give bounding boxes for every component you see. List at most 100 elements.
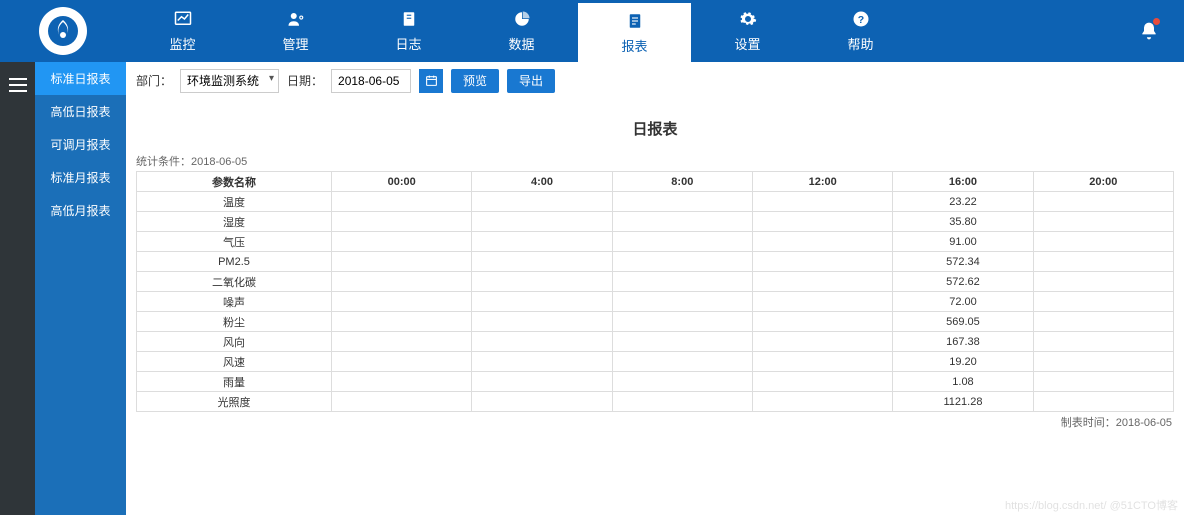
- cell: [472, 392, 612, 412]
- cell: [612, 292, 752, 312]
- cell: 1121.28: [893, 392, 1033, 412]
- nav-label: 报表: [621, 36, 647, 55]
- main-nav: 监控管理 日志 数据报表 设置? 帮助: [126, 0, 1114, 62]
- sidebar-item-3[interactable]: 标准月报表: [35, 161, 126, 194]
- cell: [1033, 312, 1173, 332]
- report-area: 日报表 统计条件：2018-06-05 参数名称00:004:008:0012:…: [126, 100, 1184, 515]
- nav-item-4[interactable]: 报表: [578, 0, 691, 62]
- cell: [612, 252, 752, 272]
- cell: [752, 352, 892, 372]
- table-row: 粉尘569.05: [137, 312, 1174, 332]
- param-name: 噪声: [137, 292, 332, 312]
- stats-condition: 统计条件：2018-06-05: [136, 153, 1174, 169]
- cell: [1033, 252, 1173, 272]
- cell: [752, 272, 892, 292]
- param-name: 湿度: [137, 212, 332, 232]
- nav-item-3[interactable]: 数据: [465, 0, 578, 62]
- sidebar-item-4[interactable]: 高低月报表: [35, 194, 126, 227]
- cell: [1033, 392, 1173, 412]
- main-content: 部门： 环境监测系统 日期： 预览 导出 日报表 统计条件：2018-06-05…: [126, 62, 1184, 515]
- param-name: 二氧化碳: [137, 272, 332, 292]
- help-icon: ?: [851, 9, 871, 29]
- table-row: 雨量1.08: [137, 372, 1174, 392]
- param-name: 温度: [137, 192, 332, 212]
- cell: [332, 332, 472, 352]
- pie-chart-icon: [512, 9, 532, 29]
- date-input[interactable]: [331, 69, 411, 93]
- param-name: 气压: [137, 232, 332, 252]
- cell: [752, 332, 892, 352]
- report-icon: [625, 11, 645, 31]
- cell: [472, 312, 612, 332]
- cell: [1033, 332, 1173, 352]
- col-time-5: 20:00: [1033, 172, 1173, 192]
- param-name: 雨量: [137, 372, 332, 392]
- gear-icon: [738, 9, 758, 29]
- nav-label: 管理: [282, 34, 308, 53]
- nav-item-5[interactable]: 设置: [691, 0, 804, 62]
- report-table: 参数名称00:004:008:0012:0016:0020:00 温度23.22…: [136, 171, 1174, 412]
- cell: [612, 352, 752, 372]
- nav-item-2[interactable]: 日志: [352, 0, 465, 62]
- cell: [472, 252, 612, 272]
- cell: [612, 212, 752, 232]
- cell: [332, 272, 472, 292]
- preview-button[interactable]: 预览: [451, 69, 499, 93]
- cell: [752, 312, 892, 332]
- cell: [612, 192, 752, 212]
- col-time-4: 16:00: [893, 172, 1033, 192]
- table-row: 光照度1121.28: [137, 392, 1174, 412]
- cell: [612, 272, 752, 292]
- col-param: 参数名称: [137, 172, 332, 192]
- filter-toolbar: 部门： 环境监测系统 日期： 预览 导出: [126, 62, 1184, 100]
- cell: [332, 252, 472, 272]
- cell: [612, 312, 752, 332]
- cell: [472, 352, 612, 372]
- col-time-3: 12:00: [752, 172, 892, 192]
- nav-item-6[interactable]: ? 帮助: [804, 0, 917, 62]
- cell: [752, 392, 892, 412]
- logo: [0, 0, 126, 62]
- table-row: 气压91.00: [137, 232, 1174, 252]
- cell: 23.22: [893, 192, 1033, 212]
- cell: [752, 372, 892, 392]
- cell: 19.20: [893, 352, 1033, 372]
- cell: [472, 232, 612, 252]
- param-name: 风速: [137, 352, 332, 372]
- cell: [1033, 232, 1173, 252]
- table-row: 二氧化碳572.62: [137, 272, 1174, 292]
- date-label: 日期：: [287, 72, 323, 89]
- table-row: 湿度35.80: [137, 212, 1174, 232]
- notification-dot-icon: [1153, 18, 1160, 25]
- sidebar-item-1[interactable]: 高低日报表: [35, 95, 126, 128]
- nav-label: 日志: [395, 34, 421, 53]
- menu-toggle-button[interactable]: [9, 78, 27, 92]
- cell: [1033, 212, 1173, 232]
- cell: [332, 392, 472, 412]
- sidebar-item-2[interactable]: 可调月报表: [35, 128, 126, 161]
- cell: [472, 372, 612, 392]
- nav-item-1[interactable]: 管理: [239, 0, 352, 62]
- report-footer: 制表时间：2018-06-05: [136, 414, 1174, 430]
- chart-line-icon: [173, 9, 193, 29]
- nav-item-0[interactable]: 监控: [126, 0, 239, 62]
- cell: [752, 252, 892, 272]
- cell: [472, 332, 612, 352]
- notifications-button[interactable]: [1114, 0, 1184, 62]
- sidebar-item-0[interactable]: 标准日报表: [35, 62, 126, 95]
- nav-label: 帮助: [847, 34, 873, 53]
- cell: [332, 232, 472, 252]
- cell: [752, 212, 892, 232]
- cell: [612, 232, 752, 252]
- dept-select[interactable]: 环境监测系统: [180, 69, 279, 93]
- cell: [332, 372, 472, 392]
- cell: 569.05: [893, 312, 1033, 332]
- cell: [332, 192, 472, 212]
- cell: [1033, 192, 1173, 212]
- book-icon: [399, 9, 419, 29]
- col-time-0: 00:00: [332, 172, 472, 192]
- calendar-button[interactable]: [419, 69, 443, 93]
- cell: [472, 272, 612, 292]
- cell: [752, 292, 892, 312]
- export-button[interactable]: 导出: [507, 69, 555, 93]
